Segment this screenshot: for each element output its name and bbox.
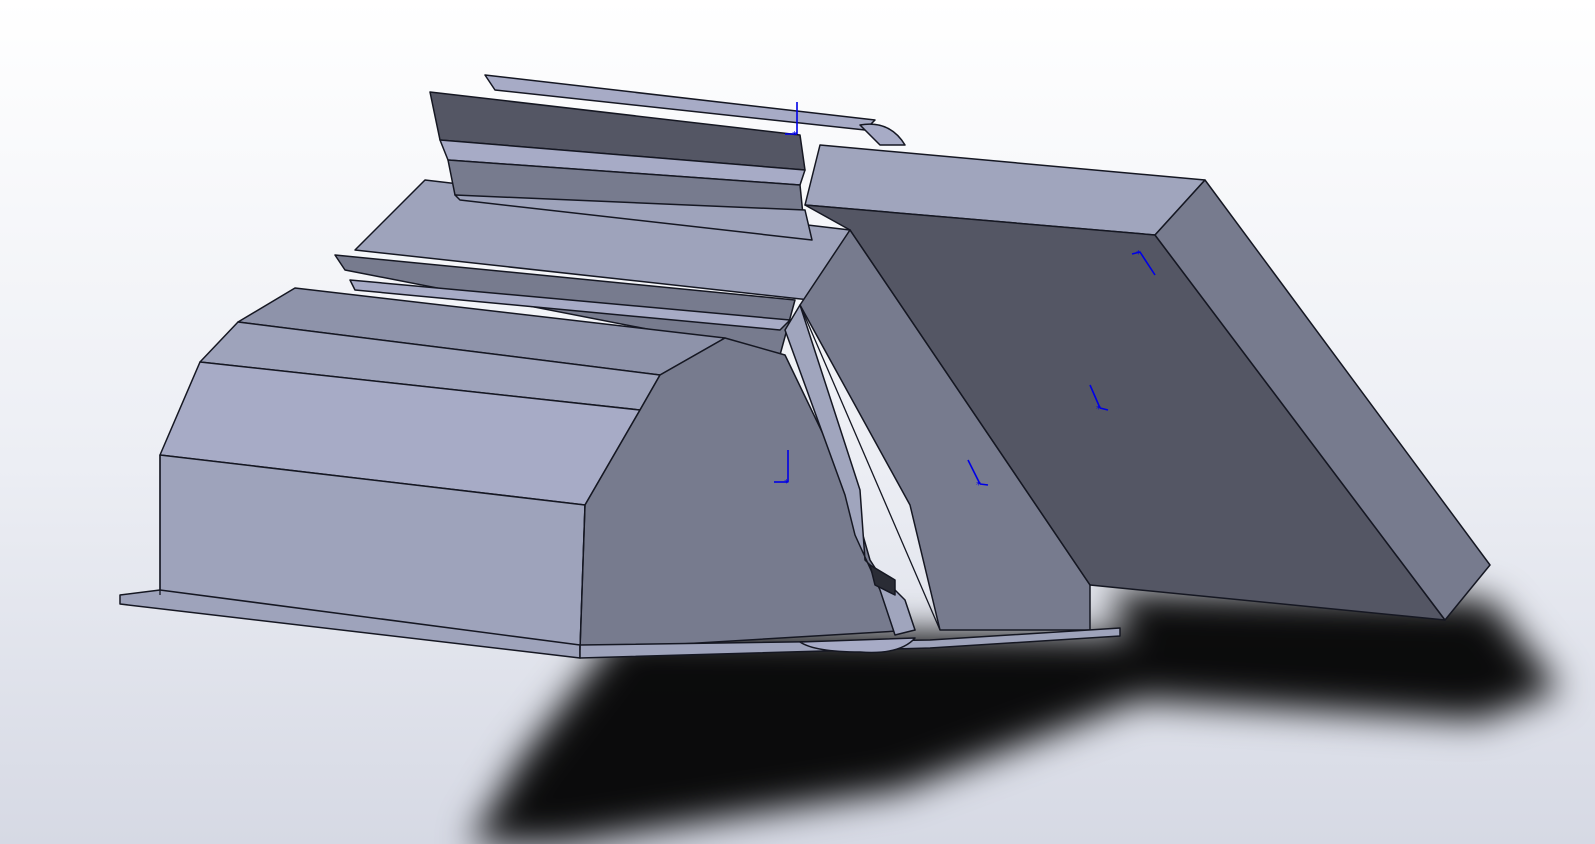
cad-graphics-viewport[interactable]: * * * * * — [0, 0, 1595, 844]
svg-text:*: * — [1136, 249, 1141, 260]
svg-text:*: * — [976, 480, 981, 491]
model-view[interactable]: * * * * * — [0, 0, 1595, 844]
svg-text:*: * — [1096, 404, 1101, 415]
svg-text:*: * — [792, 130, 797, 141]
svg-text:*: * — [784, 478, 789, 489]
